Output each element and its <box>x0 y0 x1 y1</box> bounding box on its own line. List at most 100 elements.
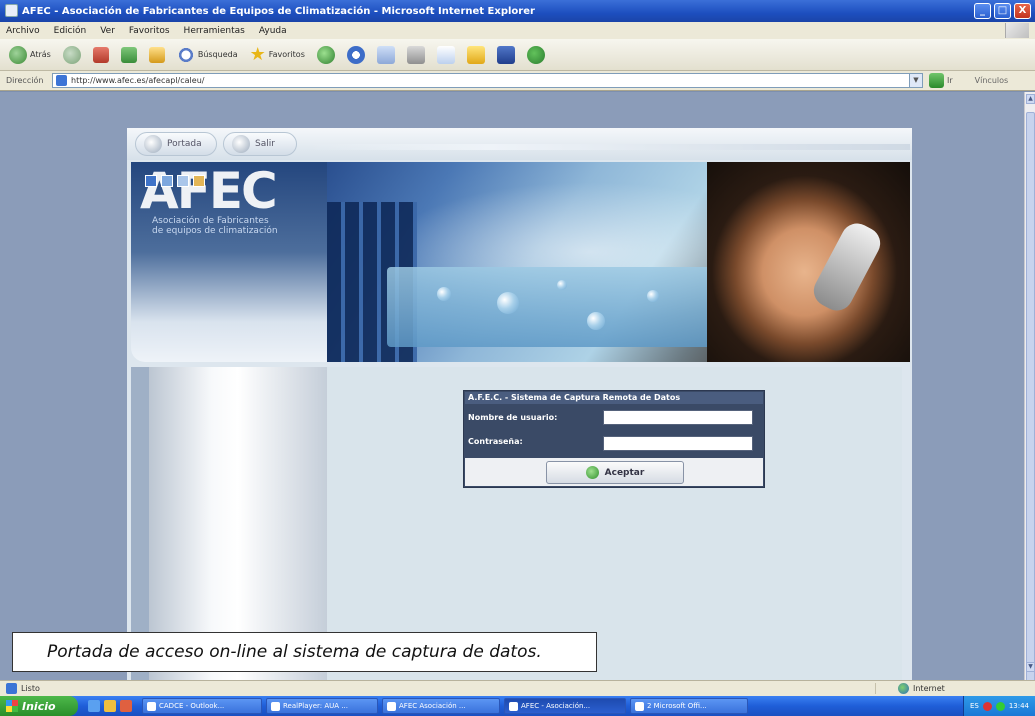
refresh-button[interactable] <box>118 42 140 68</box>
favorites-label: Favoritos <box>268 50 305 59</box>
window-title-bar[interactable]: AFEC - Asociación de Fabricantes de Equi… <box>0 0 1035 22</box>
scroll-down-icon[interactable]: ▼ <box>1026 662 1035 672</box>
outlook-icon <box>147 701 156 711</box>
links-toolbar[interactable]: Vínculos <box>975 76 1009 85</box>
back-arrow-icon <box>9 45 27 64</box>
page-status-icon <box>6 683 17 694</box>
nav-decoration <box>310 144 910 150</box>
menu-edicion[interactable]: Edición <box>54 26 87 36</box>
tab-salir[interactable]: Salir <box>223 132 297 156</box>
taskbar-item[interactable]: 2 Microsoft Offi... <box>630 698 748 714</box>
exit-icon <box>232 135 250 153</box>
mail-button[interactable] <box>374 42 398 68</box>
accept-button[interactable]: Aceptar <box>546 461 684 484</box>
home-button[interactable] <box>146 42 168 68</box>
taskbar-item-label: CADCE - Outlook... <box>159 702 225 710</box>
tab-portada[interactable]: Portada <box>135 132 217 156</box>
go-button[interactable]: Ir <box>929 73 953 88</box>
security-zone: Internet <box>875 683 945 694</box>
go-label: Ir <box>947 76 953 85</box>
language-indicator[interactable]: ES <box>970 702 979 710</box>
start-button[interactable]: Inicio <box>0 696 78 716</box>
system-tray: ES 13:44 <box>962 696 1035 716</box>
username-label: Nombre de usuario: <box>468 413 558 422</box>
favorites-button[interactable]: ★ Favoritos <box>247 42 308 68</box>
username-input[interactable] <box>603 410 753 425</box>
ie-icon <box>387 701 396 711</box>
logo-subtitle-line2: de equipos de climatización <box>152 226 278 236</box>
menu-ayuda[interactable]: Ayuda <box>259 26 287 36</box>
ie-quicklaunch-icon[interactable] <box>88 700 100 712</box>
water-drop <box>497 292 519 314</box>
forward-button[interactable] <box>60 42 84 68</box>
history-icon <box>346 45 365 64</box>
taskbar-item[interactable]: RealPlayer: AUA ... <box>266 698 378 714</box>
close-button[interactable]: X <box>1014 3 1031 19</box>
office-icon <box>635 701 644 711</box>
water-drop <box>557 280 567 290</box>
taskbar-item-label: RealPlayer: AUA ... <box>283 702 348 710</box>
history-button[interactable] <box>344 42 368 68</box>
stop-icon <box>92 46 109 63</box>
water-drop <box>587 312 605 330</box>
menu-bar: Archivo Edición Ver Favoritos Herramient… <box>0 22 1035 39</box>
menu-archivo[interactable]: Archivo <box>6 26 40 36</box>
media-quicklaunch-icon[interactable] <box>120 700 132 712</box>
print-button[interactable] <box>404 42 428 68</box>
address-input[interactable]: http://www.afec.es/afecapl/caleu/ <box>52 73 910 88</box>
search-button[interactable]: Búsqueda <box>174 42 241 68</box>
menu-ver[interactable]: Ver <box>100 26 115 36</box>
maximize-button[interactable]: □ <box>994 3 1011 19</box>
menu-favoritos[interactable]: Favoritos <box>129 26 170 36</box>
taskbar-item-active[interactable]: AFEC - Asociación... <box>504 698 626 714</box>
photo-woman <box>707 162 910 362</box>
water-drop <box>437 287 451 301</box>
ie-icon <box>509 701 518 711</box>
menu-herramientas[interactable]: Herramientas <box>184 26 245 36</box>
media-button[interactable] <box>314 42 338 68</box>
minimize-button[interactable]: _ <box>974 3 991 19</box>
afec-logo: AFEC <box>140 162 278 220</box>
windows-flag-icon <box>6 700 18 712</box>
figure-caption: Portada de acceso on-line al sistema de … <box>12 632 597 672</box>
ie-page-icon <box>5 4 18 17</box>
refresh-icon <box>120 46 137 63</box>
page-icon <box>56 75 67 86</box>
quick-launch <box>88 700 132 712</box>
banner-photo <box>327 162 910 362</box>
window-title: AFEC - Asociación de Fabricantes de Equi… <box>22 5 535 17</box>
taskbar-item[interactable]: AFEC Asociación ... <box>382 698 500 714</box>
search-label: Búsqueda <box>197 50 238 59</box>
edit-button[interactable] <box>434 42 458 68</box>
taskbar-item[interactable]: CADCE - Outlook... <box>142 698 262 714</box>
back-button[interactable]: Atrás <box>6 42 54 68</box>
scroll-up-icon[interactable]: ▲ <box>1026 94 1035 104</box>
zone-text: Internet <box>913 684 945 693</box>
vertical-scrollbar[interactable]: ▲ ▼ <box>1024 92 1035 682</box>
internet-globe-icon <box>898 683 909 694</box>
messenger-button[interactable] <box>524 42 548 68</box>
address-dropdown-icon[interactable]: ▼ <box>909 73 923 88</box>
tray-icon[interactable] <box>995 701 1005 711</box>
password-input[interactable] <box>603 436 753 451</box>
address-bar: Dirección http://www.afec.es/afecapl/cal… <box>0 71 1035 91</box>
folder-quicklaunch-icon[interactable] <box>104 700 116 712</box>
back-label: Atrás <box>30 50 51 59</box>
edit-icon <box>436 45 455 64</box>
folder-button[interactable] <box>464 42 488 68</box>
taskbar: Inicio CADCE - Outlook... RealPlayer: AU… <box>0 696 1035 716</box>
media-icon <box>316 45 335 64</box>
tray-icon[interactable] <box>982 701 992 711</box>
discuss-button[interactable] <box>494 42 518 68</box>
scrollbar-thumb[interactable] <box>1026 112 1035 682</box>
discuss-icon <box>496 45 515 64</box>
folder-icon <box>466 45 485 64</box>
printer-icon <box>406 45 425 64</box>
taskbar-item-label: AFEC - Asociación... <box>521 702 591 710</box>
realplayer-icon <box>271 701 280 711</box>
login-title: A.F.E.C. - Sistema de Captura Remota de … <box>465 392 763 404</box>
mail-icon <box>376 45 395 64</box>
address-url: http://www.afec.es/afecapl/caleu/ <box>71 76 205 85</box>
stop-button[interactable] <box>90 42 112 68</box>
forward-arrow-icon <box>62 45 81 64</box>
